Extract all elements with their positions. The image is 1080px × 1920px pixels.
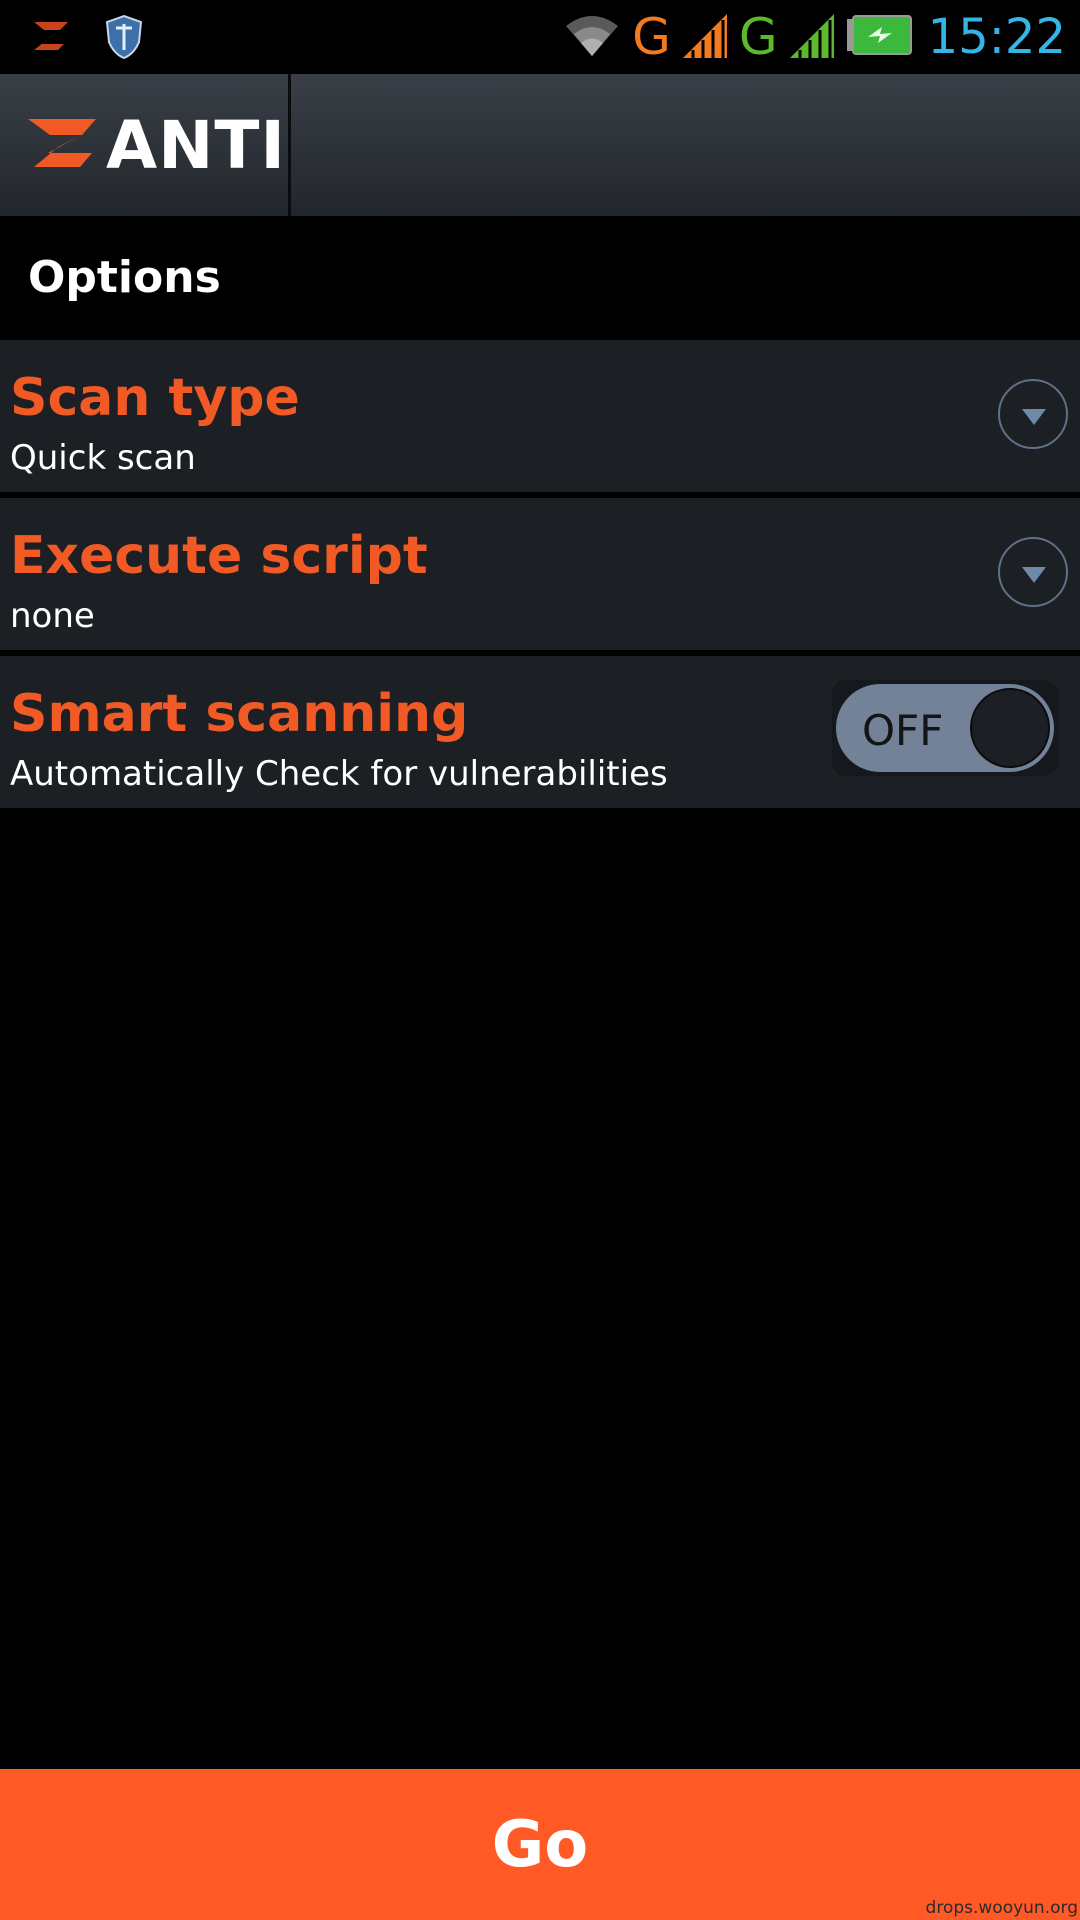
network2-label: G [738,8,778,66]
network1-label: G [632,8,671,66]
action-bar-divider [288,74,291,216]
scan-type-title: Scan type [10,368,300,428]
shield-notification-icon [104,14,144,64]
app-notification-icon [30,14,72,60]
scan-type-value: Quick scan [10,438,196,478]
options-title: Options [28,252,221,303]
execute-script-dropdown-button[interactable] [998,537,1068,607]
execute-script-title: Execute script [10,526,428,586]
signal-icon [681,12,729,62]
watermark: drops.wooyun.org [925,1898,1078,1918]
status-bar: G G 15:22 [0,0,1080,74]
clock: 15:22 [927,9,1066,65]
smart-scanning-title: Smart scanning [10,684,469,744]
scan-type-row[interactable]: Scan type Quick scan [0,340,1080,496]
wifi-icon [562,12,622,62]
smart-scanning-row: Smart scanning Automatically Check for v… [0,656,1080,808]
battery-charging-icon [846,15,912,59]
action-bar: ANTI [0,74,1080,216]
status-icons: G G 15:22 [562,6,1066,68]
smart-scanning-subtitle: Automatically Check for vulnerabilities [10,754,668,794]
scan-type-dropdown-button[interactable] [998,379,1068,449]
app-logo-icon [24,113,100,177]
smart-scanning-toggle[interactable]: OFF [836,684,1054,772]
chevron-down-icon [1022,409,1046,425]
chevron-down-icon [1022,567,1046,583]
toggle-knob [970,688,1050,768]
app-title: ANTI [106,106,286,184]
execute-script-value: none [10,596,95,636]
execute-script-row[interactable]: Execute script none [0,498,1080,654]
go-button[interactable]: Go [0,1769,1080,1920]
toggle-state-label: OFF [862,706,944,755]
app-home-button[interactable]: ANTI [0,74,288,216]
options-header: Options [0,216,1080,340]
signal-icon [788,12,836,62]
smart-scanning-toggle-container: OFF [832,680,1058,776]
